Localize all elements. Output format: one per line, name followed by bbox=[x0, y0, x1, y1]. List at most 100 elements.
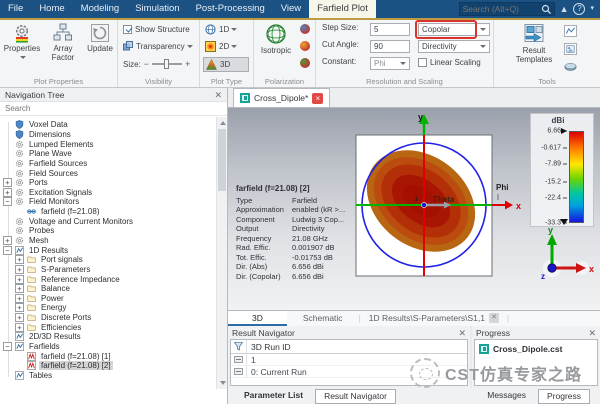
isotropic-button[interactable]: Isotropic bbox=[256, 23, 296, 56]
tree-item[interactable]: +Energy bbox=[0, 303, 217, 313]
step-size-input[interactable] bbox=[370, 23, 410, 36]
transparency-button[interactable]: Transparency bbox=[123, 41, 193, 51]
tree-item[interactable]: +S-Parameters bbox=[0, 265, 217, 275]
tree-item[interactable]: +Mesh bbox=[0, 236, 217, 246]
cut-angle-input[interactable] bbox=[370, 40, 410, 53]
tree-item[interactable]: +Power bbox=[0, 294, 217, 304]
help-dropdown-icon[interactable]: ▾ bbox=[590, 2, 594, 16]
result-templates-button[interactable]: Result Templates bbox=[510, 23, 558, 64]
scroll-down-icon[interactable] bbox=[220, 381, 226, 385]
coordinate-triad[interactable]: y x z bbox=[534, 226, 596, 286]
result-navigator-column-header[interactable]: 3D Run ID bbox=[231, 340, 467, 354]
plot-mode-dropdown[interactable]: Directivity bbox=[418, 40, 490, 53]
tree-item[interactable]: +Efficiencies bbox=[0, 322, 217, 332]
polarization-option-2-button[interactable] bbox=[300, 41, 310, 51]
expand-icon[interactable]: + bbox=[15, 323, 24, 332]
global-search-input[interactable] bbox=[460, 4, 541, 14]
tree-item[interactable]: −Field Monitors bbox=[0, 197, 217, 207]
polarization-option-3-button[interactable] bbox=[300, 58, 310, 68]
view-tab-s-parameters[interactable]: 1D Results\S-Parameters\S1,1 ✕ bbox=[361, 311, 507, 326]
tree-item[interactable]: +Port signals bbox=[0, 255, 217, 265]
document-tab-cross-dipole[interactable]: Cross_Dipole* × bbox=[233, 88, 330, 107]
tree-item[interactable]: Dimensions bbox=[0, 130, 217, 140]
scroll-up-icon[interactable] bbox=[220, 121, 226, 125]
scale-min-marker-icon[interactable] bbox=[560, 219, 568, 225]
ribbon-tab-simulation[interactable]: Simulation bbox=[127, 0, 187, 18]
size-slider-track[interactable] bbox=[152, 63, 182, 65]
tree-item[interactable]: +Balance bbox=[0, 284, 217, 294]
result-navigator-close-icon[interactable]: ✕ bbox=[458, 328, 466, 338]
navigation-tree-search-input[interactable] bbox=[0, 104, 227, 113]
update-button[interactable]: Update bbox=[84, 23, 116, 54]
run-id-row[interactable]: 1 bbox=[231, 354, 467, 366]
expand-icon[interactable]: + bbox=[3, 178, 12, 187]
checkbox-unchecked-icon[interactable] bbox=[418, 58, 427, 67]
view-tab-3d[interactable]: 3D bbox=[228, 311, 287, 326]
constant-dropdown[interactable]: Phi bbox=[370, 57, 410, 70]
show-structure-checkbox[interactable]: Show Structure bbox=[123, 25, 190, 34]
help-icon[interactable]: ? bbox=[573, 3, 585, 15]
expand-icon[interactable]: + bbox=[15, 255, 24, 264]
ribbon-tab-home[interactable]: Home bbox=[31, 0, 72, 18]
tree-item[interactable]: farfield (f=21.08) [2] bbox=[0, 361, 217, 371]
tree-item[interactable]: Lumped Elements bbox=[0, 139, 217, 149]
global-search-box[interactable] bbox=[459, 2, 555, 16]
ribbon-tab-file[interactable]: File bbox=[0, 0, 31, 18]
3d-view[interactable]: farfield (f=21.08) [2] TypeFarfieldAppro… bbox=[228, 108, 600, 310]
expand-icon[interactable]: + bbox=[3, 188, 12, 197]
expand-icon[interactable]: + bbox=[15, 275, 24, 284]
navigation-tree-search[interactable] bbox=[0, 102, 227, 116]
tree-item[interactable]: Voxel Data bbox=[0, 120, 217, 130]
plot-type-3d-button[interactable]: 3D bbox=[203, 57, 249, 72]
expand-icon[interactable]: + bbox=[3, 236, 12, 245]
plot-type-1d-button[interactable]: 1D bbox=[205, 24, 237, 35]
tree-item[interactable]: Farfield Sources bbox=[0, 159, 217, 169]
tree-item[interactable]: +Ports bbox=[0, 178, 217, 188]
plot-type-2d-button[interactable]: 2D bbox=[205, 41, 237, 52]
expand-icon[interactable]: + bbox=[15, 265, 24, 274]
tree-item[interactable]: farfield (f=21.08) [1] bbox=[0, 351, 217, 361]
tool-lens-button[interactable] bbox=[564, 60, 577, 78]
expand-icon[interactable]: + bbox=[15, 313, 24, 322]
collapse-icon[interactable]: − bbox=[3, 197, 12, 206]
view-tab-schematic[interactable]: Schematic bbox=[287, 311, 359, 326]
progress-project-row[interactable]: Cross_Dipole.cst bbox=[475, 340, 597, 358]
ribbon-tab-farfield-plot[interactable]: Farfield Plot bbox=[309, 0, 376, 18]
farfield-pattern-plot[interactable]: y x z Phi Theta bbox=[346, 110, 526, 285]
ribbon-tab-post-processing[interactable]: Post-Processing bbox=[188, 0, 273, 18]
polarization-option-1-button[interactable] bbox=[300, 24, 310, 34]
tree-item[interactable]: Tables bbox=[0, 371, 217, 381]
tree-item[interactable]: +Discrete Ports bbox=[0, 313, 217, 323]
filter-icon-cell[interactable] bbox=[231, 340, 247, 353]
document-tab-close-icon[interactable]: × bbox=[312, 93, 323, 104]
tab-messages[interactable]: Messages bbox=[479, 389, 534, 404]
tree-item[interactable]: −1D Results bbox=[0, 245, 217, 255]
collapse-ribbon-icon[interactable]: ▲ bbox=[560, 2, 569, 16]
linear-scaling-checkbox[interactable]: Linear Scaling bbox=[418, 58, 481, 67]
copolar-dropdown[interactable]: Copolar bbox=[418, 23, 490, 36]
tab-parameter-list[interactable]: Parameter List bbox=[236, 389, 311, 404]
tree-item[interactable]: 2D/3D Results bbox=[0, 332, 217, 342]
tool-chart-button[interactable] bbox=[564, 24, 577, 42]
tool-image-button[interactable] bbox=[564, 42, 577, 60]
scale-max-marker-icon[interactable] bbox=[561, 128, 567, 134]
collapse-icon[interactable]: − bbox=[3, 246, 12, 255]
checkbox-checked-icon[interactable] bbox=[123, 25, 132, 34]
scrollbar-thumb[interactable] bbox=[218, 129, 226, 191]
navigation-tree-scrollbar[interactable] bbox=[216, 117, 227, 389]
tab-progress[interactable]: Progress bbox=[538, 389, 590, 404]
progress-close-icon[interactable]: ✕ bbox=[588, 328, 596, 338]
tree-item[interactable]: Field Sources bbox=[0, 168, 217, 178]
run-id-row[interactable]: 0: Current Run bbox=[231, 366, 467, 378]
ribbon-tab-modeling[interactable]: Modeling bbox=[73, 0, 128, 18]
tree-item[interactable]: Voltage and Current Monitors bbox=[0, 216, 217, 226]
tree-item[interactable]: +Reference Impedance bbox=[0, 274, 217, 284]
expand-icon[interactable]: + bbox=[15, 303, 24, 312]
tab-result-navigator[interactable]: Result Navigator bbox=[315, 389, 396, 404]
tree-item[interactable]: farfield (f=21.08) bbox=[0, 207, 217, 217]
tree-item[interactable]: +Excitation Signals bbox=[0, 187, 217, 197]
tree-item[interactable]: Plane Wave bbox=[0, 149, 217, 159]
properties-button[interactable]: Properties bbox=[2, 23, 42, 62]
expand-icon[interactable]: + bbox=[15, 294, 24, 303]
ribbon-tab-view[interactable]: View bbox=[273, 0, 309, 18]
